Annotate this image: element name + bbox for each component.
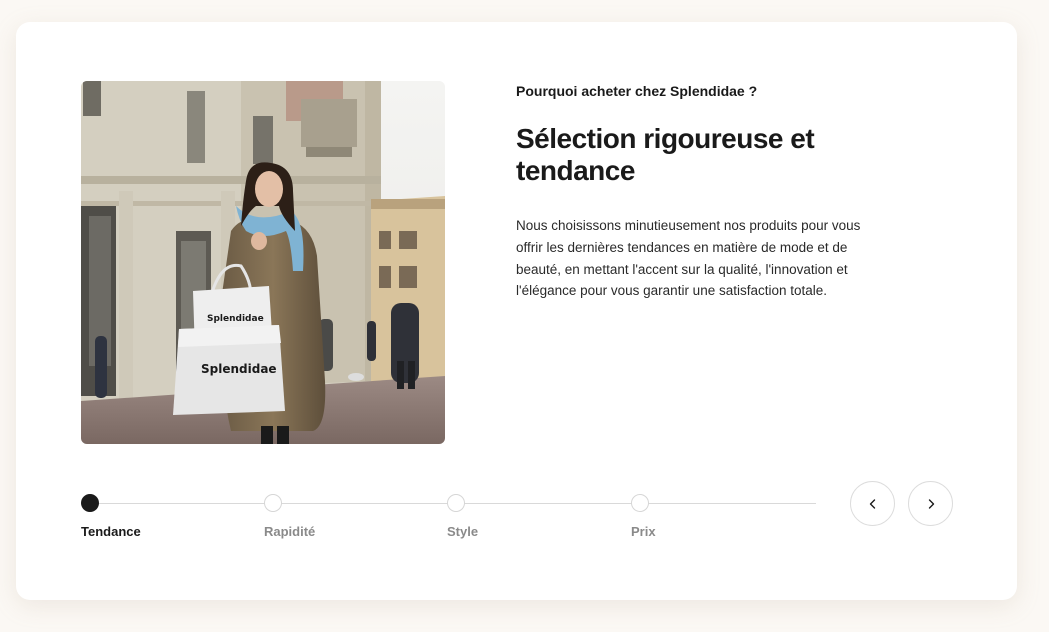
next-button[interactable] xyxy=(908,481,953,526)
step-label: Rapidité xyxy=(264,524,316,539)
step-dot xyxy=(447,494,465,512)
step-label: Style xyxy=(447,524,479,539)
bag-brand-small: Splendidae xyxy=(207,314,264,324)
section-headline: Sélection rigoureuse et tendance xyxy=(516,123,815,186)
shopping-woman-photo: Splendidae Splendidae xyxy=(81,81,445,444)
feature-card: Splendidae Splendidae Pourquoi acheter c… xyxy=(16,22,1017,600)
step-dot xyxy=(264,494,282,512)
chevron-right-icon xyxy=(928,498,934,509)
step-label: Tendance xyxy=(81,524,141,539)
chevron-left-icon xyxy=(869,498,875,509)
section-description: Nous choisissons minutieusement nos prod… xyxy=(516,218,861,299)
step-dot xyxy=(631,494,649,512)
section-eyebrow: Pourquoi acheter chez Splendidae ? xyxy=(516,83,758,99)
step-label: Prix xyxy=(631,524,656,539)
step-dot xyxy=(81,494,99,512)
previous-button[interactable] xyxy=(850,481,895,526)
bag-brand-large: Splendidae xyxy=(201,362,277,376)
step-progress: Tendance Rapidité Style Prix xyxy=(81,494,816,554)
